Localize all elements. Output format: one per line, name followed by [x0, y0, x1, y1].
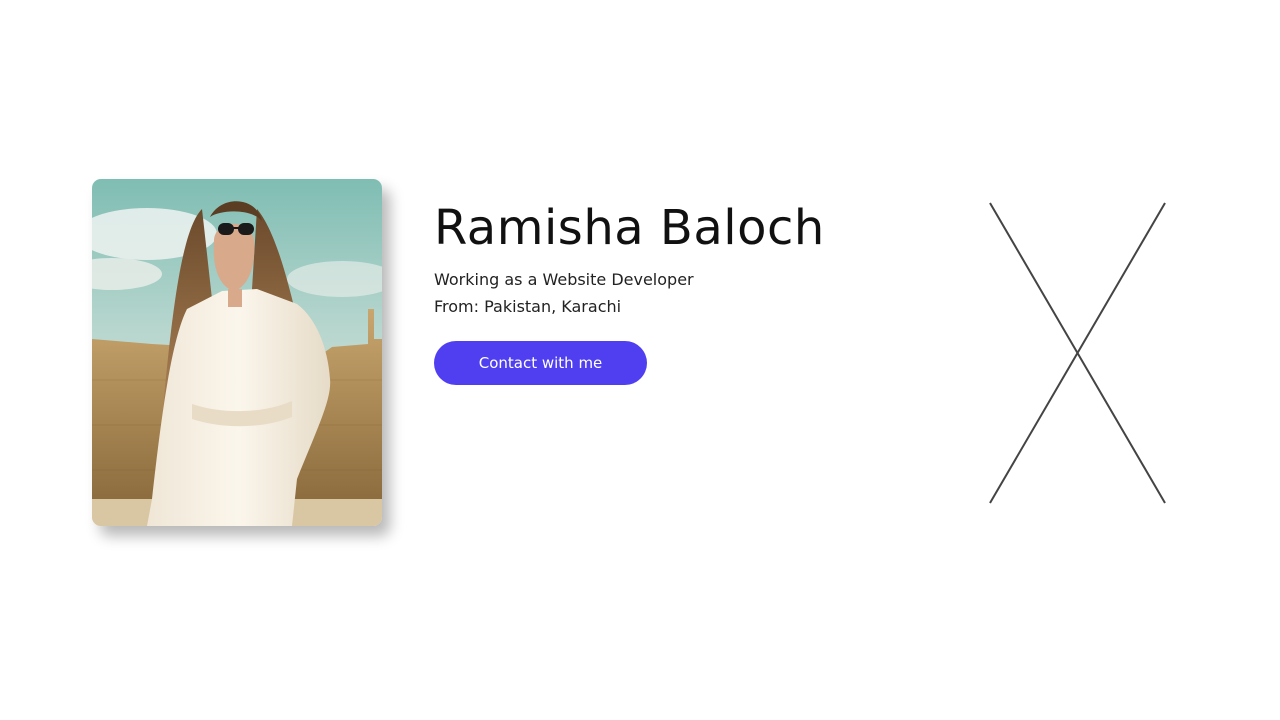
profile-photo [92, 179, 382, 526]
contact-button[interactable]: Contact with me [434, 341, 647, 385]
profile-photo-image [92, 179, 382, 526]
profile-info: Ramisha Baloch Working as a Website Deve… [434, 196, 825, 385]
profile-location: From: Pakistan, Karachi [434, 297, 622, 316]
profile-name: Ramisha Baloch [434, 200, 825, 256]
profile-page: Ramisha Baloch Working as a Website Deve… [0, 0, 1280, 720]
close-icon[interactable] [985, 198, 1170, 508]
profile-role: Working as a Website Developer [434, 270, 694, 289]
